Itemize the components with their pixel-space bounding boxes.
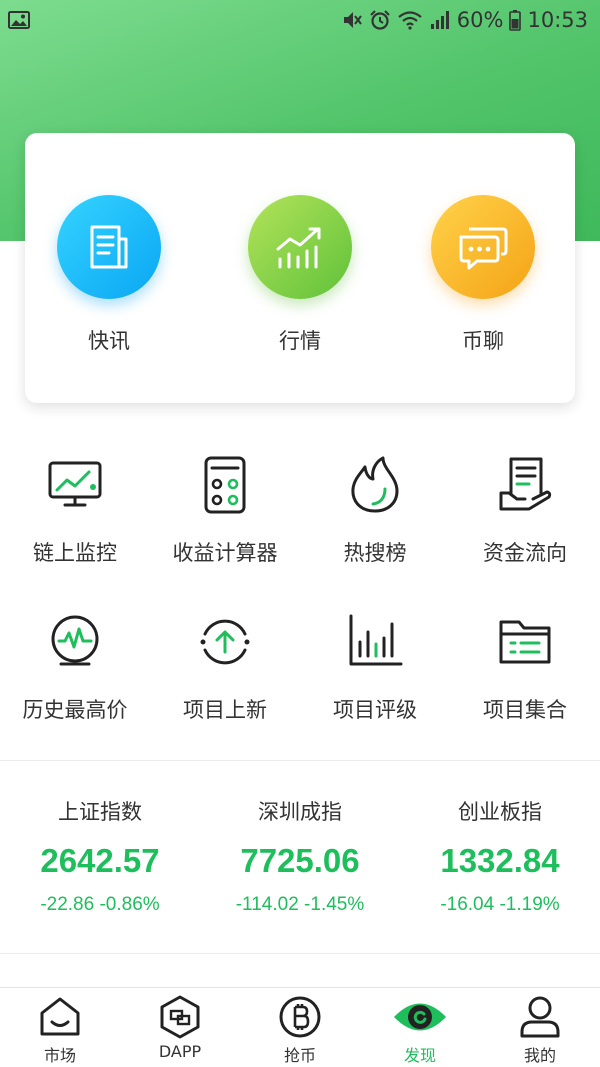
featured-label: 币聊 <box>462 329 504 353</box>
highest-price-icon <box>45 612 105 672</box>
tab-mine[interactable]: 我的 <box>480 994 600 1066</box>
featured-item-news[interactable]: 快讯 <box>54 195 164 355</box>
status-bar: 60% 10:53 <box>0 0 600 40</box>
featured-label: 快讯 <box>88 329 130 353</box>
market-icon <box>37 994 83 1040</box>
tab-label: 我的 <box>523 1046 556 1065</box>
wifi-icon <box>397 9 423 31</box>
index-name: 上证指数 <box>58 800 142 824</box>
index-value: 1332.84 <box>440 842 560 879</box>
flame-icon <box>345 455 405 515</box>
tool-label: 资金流向 <box>483 541 567 565</box>
signal-icon <box>429 9 451 31</box>
gallery-notification-icon <box>8 10 30 30</box>
tab-label: DAPP <box>158 1042 202 1061</box>
market-chart-icon <box>248 195 352 299</box>
tab-label: 市场 <box>43 1046 76 1065</box>
tool-label: 历史最高价 <box>22 698 128 722</box>
tool-label: 收益计算器 <box>172 541 278 565</box>
section-divider <box>0 953 600 954</box>
dapp-icon <box>157 994 203 1040</box>
featured-item-chat[interactable]: 币聊 <box>428 195 538 355</box>
index-change: -114.02 -1.45% <box>235 894 365 915</box>
index-value: 2642.57 <box>40 842 160 879</box>
chat-icon <box>431 195 535 299</box>
battery-percent: 60% <box>456 8 504 32</box>
tab-label: 发现 <box>403 1046 436 1065</box>
featured-card: 快讯 行情 币聊 <box>25 133 575 403</box>
news-icon <box>57 195 161 299</box>
tool-fund-flow[interactable]: 资金流向 <box>450 455 600 567</box>
tab-market[interactable]: 市场 <box>0 994 120 1066</box>
featured-label: 行情 <box>279 329 321 353</box>
index-shenzhen[interactable]: 深圳成指 7725.06 -114.02 -1.45% <box>200 796 400 916</box>
index-change: -16.04 -1.19% <box>440 894 560 915</box>
tool-label: 项目集合 <box>483 698 567 722</box>
rating-chart-icon <box>345 612 405 672</box>
mute-icon <box>341 9 363 31</box>
featured-item-market[interactable]: 行情 <box>245 195 355 355</box>
tool-label: 项目评级 <box>333 698 417 722</box>
discover-eye-icon <box>394 994 446 1040</box>
bottom-tab-bar: 市场 DAPP 抢币 发现 我的 <box>0 987 600 1067</box>
tool-label: 热搜榜 <box>343 541 407 565</box>
clock-time: 10:53 <box>527 8 588 32</box>
bitcoin-icon <box>277 994 323 1040</box>
index-change: -22.86 -0.86% <box>40 894 160 915</box>
monitor-icon <box>45 455 105 515</box>
new-project-icon <box>195 612 255 672</box>
tab-grab-coin[interactable]: 抢币 <box>240 994 360 1066</box>
tool-hot-search[interactable]: 热搜榜 <box>300 455 450 567</box>
tool-label: 项目上新 <box>183 698 267 722</box>
tool-profit-calculator[interactable]: 收益计算器 <box>150 455 300 567</box>
calculator-icon <box>195 455 255 515</box>
folder-icon <box>495 612 555 672</box>
index-value: 7725.06 <box>240 842 360 879</box>
section-divider <box>0 760 600 761</box>
fund-flow-icon <box>495 455 555 515</box>
tab-dapp[interactable]: DAPP <box>120 994 240 1061</box>
index-shanghai[interactable]: 上证指数 2642.57 -22.86 -0.86% <box>0 796 200 916</box>
profile-icon <box>517 994 563 1040</box>
tool-project-collection[interactable]: 项目集合 <box>450 612 600 724</box>
tool-label: 链上监控 <box>33 541 117 565</box>
tab-label: 抢币 <box>283 1046 316 1065</box>
index-name: 深圳成指 <box>258 800 342 824</box>
tool-project-rating[interactable]: 项目评级 <box>300 612 450 724</box>
battery-icon <box>509 9 522 31</box>
index-name: 创业板指 <box>458 800 542 824</box>
tool-new-projects[interactable]: 项目上新 <box>150 612 300 724</box>
tool-chain-monitor[interactable]: 链上监控 <box>0 455 150 567</box>
index-chinext[interactable]: 创业板指 1332.84 -16.04 -1.19% <box>400 796 600 916</box>
tab-discover[interactable]: 发现 <box>360 994 480 1066</box>
alarm-icon <box>369 9 391 31</box>
tool-all-time-high[interactable]: 历史最高价 <box>0 612 150 724</box>
